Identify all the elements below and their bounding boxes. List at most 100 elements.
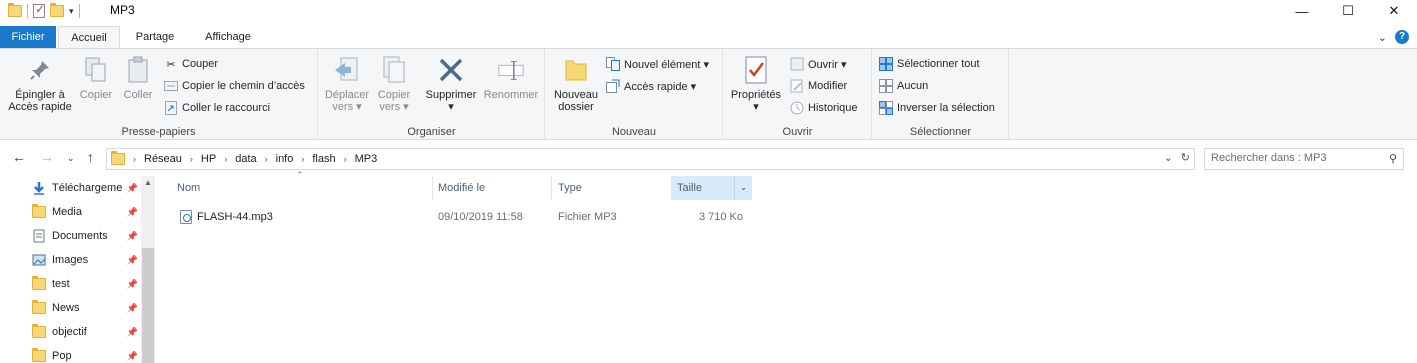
pin-icon[interactable]: 📌 [127,231,138,242]
paste-icon [124,55,152,85]
nav-item-news[interactable]: News 📌 [32,297,140,319]
column-header-type[interactable]: Type [552,176,670,200]
tab-share[interactable]: Partage [124,26,186,48]
nav-item-media[interactable]: Media 📌 [32,201,140,223]
group-label-organize: Organiser [407,126,456,138]
edit-button[interactable]: Modifier [790,76,847,96]
properties-icon [742,55,770,85]
invert-selection-button[interactable]: Inverser la sélection [879,98,995,118]
breadcrumb-network[interactable]: Réseau [144,153,182,165]
close-button[interactable]: ✕ [1371,0,1417,22]
column-header-name[interactable]: Nom [171,176,433,200]
breadcrumb-chevron-icon[interactable]: › [301,154,304,164]
copy-path-label: Copier le chemin d’accès [182,80,305,92]
nav-item-label: Pop [52,350,72,362]
breadcrumb-chevron-icon[interactable]: › [224,154,227,164]
breadcrumb-chevron-icon[interactable]: › [344,154,347,164]
group-label-open: Ouvrir [782,126,813,138]
maximize-button[interactable]: ☐ [1325,0,1371,22]
copy-to-button[interactable]: Copier vers ▾ [373,55,415,113]
file-row-size: 3 710 Ko [698,211,743,223]
breadcrumb-flash[interactable]: flash [312,153,335,165]
nav-pane-scrollbar[interactable]: ▲ [141,176,155,363]
breadcrumb-info[interactable]: info [276,153,294,165]
recent-locations-chevron-icon[interactable]: ⌄ [67,153,75,164]
search-input[interactable]: Rechercher dans : MP3 ⚲ [1204,148,1404,170]
paste-button[interactable]: Coller [118,55,158,101]
column-filter-chevron-icon[interactable]: ⌄ [734,176,752,200]
paste-shortcut-label: Coller le raccourci [182,102,271,114]
search-icon[interactable]: ⚲ [1389,152,1397,165]
pin-icon[interactable]: 📌 [127,279,138,290]
paste-shortcut-button[interactable]: Coller le raccourci [164,98,270,118]
properties-qat-icon[interactable] [33,2,45,18]
select-none-button[interactable]: Aucun [879,76,928,96]
scrollbar-thumb[interactable] [142,248,154,363]
copy-path-button[interactable]: Copier le chemin d’accès [164,76,305,96]
pin-to-quick-access-button[interactable]: Épingler à Accès rapide [4,55,76,113]
nav-item-label: Téléchargeme [52,182,123,194]
nav-item-pictures[interactable]: Images 📌 [32,249,140,271]
column-header-size[interactable]: Taille [671,176,734,200]
ribbon-tabs: Fichier Accueil Partage Affichage ⌄ ? [0,26,1417,49]
open-button[interactable]: Ouvrir ▾ [790,54,847,74]
refresh-icon[interactable]: ↻ [1181,151,1190,164]
ribbon: Épingler à Accès rapide Copier Coller ✂ … [0,48,1417,140]
breadcrumb-data[interactable]: data [235,153,256,165]
tab-home[interactable]: Accueil [58,26,120,49]
pin-icon[interactable]: 📌 [127,207,138,218]
new-folder-qat-icon[interactable] [50,3,64,17]
tab-file[interactable]: Fichier [0,26,56,48]
paste-label: Coller [123,89,153,101]
help-icon[interactable]: ? [1395,30,1409,44]
rename-button[interactable]: Renommer [481,55,541,101]
new-folder-button[interactable]: Nouveau dossier [550,55,602,113]
pin-icon[interactable]: 📌 [127,327,138,338]
nav-item-test[interactable]: test 📌 [32,273,140,295]
file-row-name[interactable]: FLASH-44.mp3 [180,206,430,228]
breadcrumb-chevron-icon[interactable]: › [265,154,268,164]
customize-qat-chevron-icon[interactable]: ▾ [69,6,74,17]
new-item-button[interactable]: Nouvel élément ▾ [606,54,709,74]
properties-button[interactable]: Propriétés ▾ [726,55,786,113]
pin-icon[interactable]: 📌 [127,303,138,314]
nav-item-objectif[interactable]: objectif 📌 [32,321,140,343]
new-item-icon [606,57,620,71]
cut-button[interactable]: ✂ Couper [164,54,218,74]
nav-item-downloads[interactable]: Téléchargeme 📌 [32,177,140,199]
up-arrow-icon[interactable]: ↑ [87,149,94,165]
column-header-modified[interactable]: Modifié le [432,176,550,200]
file-name: FLASH-44.mp3 [197,211,273,223]
folder-icon [32,204,46,218]
breadcrumb-chevron-icon[interactable]: › [190,154,193,164]
history-button[interactable]: Historique [790,98,858,118]
back-arrow-icon[interactable]: ← [12,149,26,165]
group-open: Propriétés ▾ Ouvrir ▾ Modifier Historiqu… [724,49,872,140]
breadcrumb-mp3[interactable]: MP3 [355,153,378,165]
scroll-up-arrow-icon[interactable]: ▲ [144,178,152,187]
pin-icon[interactable]: 📌 [127,183,138,194]
address-history-chevron-icon[interactable]: ⌄ [1164,151,1173,164]
move-to-button[interactable]: Déplacer vers ▾ [321,55,373,113]
minimize-button[interactable]: — [1279,0,1325,22]
nav-item-pop[interactable]: Pop 📌 [32,345,140,363]
address-bar[interactable]: › Réseau › HP › data › info › flash › MP… [106,148,1195,170]
select-all-button[interactable]: Sélectionner tout [879,54,980,74]
breadcrumb-chevron-icon[interactable]: › [133,154,136,164]
pin-label: Épingler à Accès rapide [8,89,72,113]
delete-button[interactable]: Supprimer ▾ [421,55,481,113]
copy-button[interactable]: Copier [76,55,116,101]
pin-icon[interactable]: 📌 [127,255,138,266]
properties-label: Propriétés ▾ [730,89,782,113]
expand-ribbon-chevron-icon[interactable]: ⌄ [1378,31,1387,44]
pin-icon[interactable]: 📌 [127,351,138,362]
nav-item-documents[interactable]: Documents 📌 [32,225,140,247]
group-organize: Déplacer vers ▾ Copier vers ▾ Supprimer … [319,49,545,140]
forward-arrow-icon[interactable]: → [40,149,54,165]
delete-label: Supprimer ▾ [425,89,477,113]
invert-selection-icon [879,101,893,115]
breadcrumb-hp[interactable]: HP [201,153,216,165]
tab-view[interactable]: Affichage [192,26,264,48]
group-select: Sélectionner tout Aucun Inverser la séle… [873,49,1009,140]
easy-access-button[interactable]: Accès rapide ▾ [606,76,696,96]
